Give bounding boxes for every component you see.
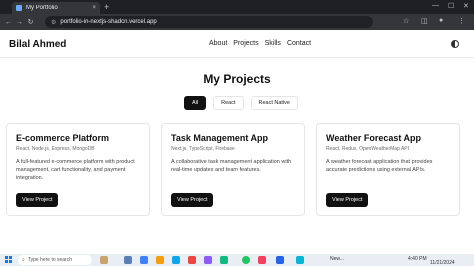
filter-react-native-button[interactable]: React Native <box>250 96 298 110</box>
view-project-button[interactable]: View Project <box>171 193 214 207</box>
close-window-icon[interactable]: ✕ <box>463 2 469 10</box>
nav-link-contact[interactable]: Contact <box>287 40 311 47</box>
extensions-icon[interactable]: ◫ <box>421 17 428 25</box>
maximize-icon[interactable]: ☐ <box>448 2 454 10</box>
reload-icon[interactable]: ↻ <box>25 18 36 26</box>
bookmark-star-icon[interactable]: ☆ <box>403 17 409 25</box>
forward-icon[interactable]: → <box>14 19 25 26</box>
taskbar-search-input[interactable]: ⌕ Type here to search <box>18 255 92 265</box>
menu-icon[interactable]: ⋮ <box>458 17 465 25</box>
weather-widget[interactable]: New... <box>330 256 344 262</box>
windows-start-icon[interactable] <box>5 256 12 263</box>
project-title: Task Management App <box>171 133 269 143</box>
main-nav: About Projects Skills Contact <box>209 40 311 47</box>
tab-title: My Portfolio <box>26 5 58 11</box>
os-taskbar: ⌕ Type here to search New... 4:40 PM 11/… <box>0 254 474 266</box>
project-tech: Next.js, TypeScript, Firebase <box>171 146 235 152</box>
address-bar[interactable]: ⚙ portfolio-in-nextjs-shadcn.vercel.app <box>45 16 373 28</box>
project-tech: React, Node.js, Express, MongoDB <box>16 146 95 152</box>
new-tab-button[interactable]: + <box>104 2 109 12</box>
favicon-icon <box>16 5 22 11</box>
address-url[interactable]: portfolio-in-nextjs-shadcn.vercel.app <box>60 19 156 25</box>
brand-name[interactable]: Bilal Ahmed <box>9 39 66 50</box>
site-header: Bilal Ahmed About Projects Skills Contac… <box>0 30 474 58</box>
clock-date[interactable]: 11/21/2024 <box>430 260 455 266</box>
app-icon[interactable] <box>220 256 228 264</box>
view-project-button[interactable]: View Project <box>16 193 59 207</box>
profile-icon[interactable]: ● <box>439 17 443 24</box>
nav-link-skills[interactable]: Skills <box>265 40 281 47</box>
pencil-app-icon[interactable] <box>100 256 108 264</box>
app-icon[interactable] <box>140 256 148 264</box>
browser-tab-bar: My Portfolio × + — ☐ ✕ <box>0 0 474 14</box>
project-description: A weather forecast application that prov… <box>326 159 433 173</box>
minimize-icon[interactable]: — <box>432 2 439 9</box>
view-project-button[interactable]: View Project <box>326 193 369 207</box>
filter-all-button[interactable]: All <box>184 96 207 110</box>
vscode-icon[interactable] <box>276 256 284 264</box>
nav-link-about[interactable]: About <box>209 40 227 47</box>
filter-react-button[interactable]: React <box>213 96 244 110</box>
search-placeholder: Type here to search <box>27 257 73 263</box>
app-icon[interactable] <box>258 256 266 264</box>
app-icon[interactable] <box>204 256 212 264</box>
site-info-icon[interactable]: ⚙ <box>51 19 56 26</box>
file-explorer-icon[interactable] <box>156 256 164 264</box>
app-icon[interactable] <box>296 256 304 264</box>
clock-time[interactable]: 4:40 PM <box>408 256 427 262</box>
project-tech: React, Redux, OpenWeatherMap API <box>326 146 410 152</box>
tab-close-icon[interactable]: × <box>92 5 96 11</box>
project-card-ecommerce: E-commerce Platform React, Node.js, Expr… <box>6 123 150 216</box>
edge-icon[interactable] <box>172 256 180 264</box>
project-filters: All React React Native <box>184 96 298 110</box>
browser-toolbar: ← → ↻ ⚙ portfolio-in-nextjs-shadcn.verce… <box>0 14 474 30</box>
chrome-icon[interactable] <box>242 256 250 264</box>
project-title: E-commerce Platform <box>16 133 110 143</box>
project-title: Weather Forecast App <box>326 133 422 143</box>
search-icon: ⌕ <box>22 257 25 263</box>
browser-tab[interactable]: My Portfolio × <box>12 2 100 14</box>
project-description: A collaborative task management applicat… <box>171 159 292 173</box>
app-icon[interactable] <box>188 256 196 264</box>
back-icon[interactable]: ← <box>3 19 14 26</box>
theme-toggle-icon[interactable] <box>451 40 459 48</box>
task-view-icon[interactable] <box>124 256 132 264</box>
nav-link-projects[interactable]: Projects <box>233 40 258 47</box>
project-card-task-management: Task Management App Next.js, TypeScript,… <box>161 123 305 216</box>
project-description: A full-featured e-commerce platform with… <box>16 159 135 181</box>
project-card-weather: Weather Forecast App React, Redux, OpenW… <box>316 123 460 216</box>
section-title: My Projects <box>203 72 271 86</box>
